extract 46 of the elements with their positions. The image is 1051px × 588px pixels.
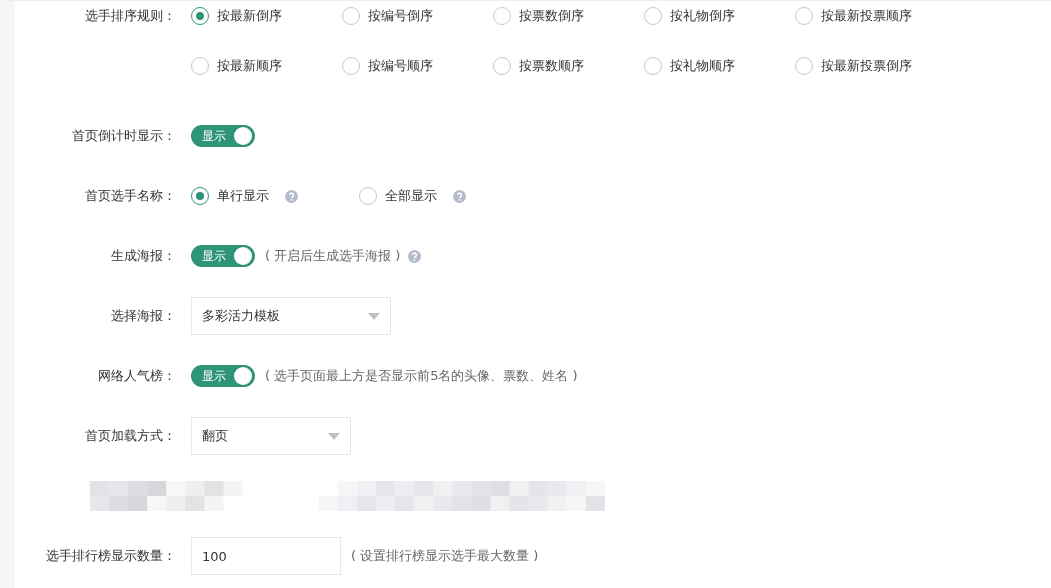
radio-label[interactable]: 按礼物倒序 [670,7,735,25]
hint-text: ( 选手页面最上方是否显示前5名的头像、票数、姓名 ) [265,367,578,385]
radio-button[interactable] [191,7,209,25]
radio-label[interactable]: 按礼物顺序 [670,57,735,75]
radio-button[interactable] [359,187,377,205]
radio-button[interactable] [644,57,662,75]
radio-button[interactable] [191,187,209,205]
hint-text: ( 设置排行榜显示选手最大数量 ) [351,547,539,565]
radio-button[interactable] [342,7,360,25]
dropdown[interactable]: 多彩活力模板 [191,297,391,335]
radio-label[interactable]: 按编号顺序 [368,57,433,75]
radio-button[interactable] [795,7,813,25]
toggle-switch[interactable]: 显示 [191,365,255,387]
radio-label[interactable]: 全部显示 [385,187,437,205]
radio-button[interactable] [493,7,511,25]
field-label: 选手排行榜显示数量： [45,547,177,565]
dropdown[interactable]: 翻页 [191,417,351,455]
help-icon[interactable] [453,189,466,203]
radio-label[interactable]: 按编号倒序 [368,7,433,25]
radio-button[interactable] [795,57,813,75]
radio-label[interactable]: 单行显示 [217,187,269,205]
toggle-switch[interactable]: 显示 [191,245,255,267]
radio-button[interactable] [493,57,511,75]
radio-label[interactable]: 按票数顺序 [519,57,584,75]
field-label: 首页倒计时显示： [71,127,177,145]
radio-label[interactable]: 按票数倒序 [519,7,584,25]
input-field[interactable]: 100 [191,537,341,575]
radio-label[interactable]: 按最新投票顺序 [821,7,912,25]
field-label: 首页选手名称： [84,187,177,205]
radio-button[interactable] [191,57,209,75]
field-label: 生成海报： [110,247,177,265]
field-label: 选手排序规则： [84,7,177,25]
field-label: 选择海报： [110,307,177,325]
hint-text: ( 开启后生成选手海报 ) [265,247,401,265]
field-label: 首页加载方式： [84,427,177,445]
radio-label[interactable]: 按最新倒序 [217,7,282,25]
radio-button[interactable] [342,57,360,75]
toggle-switch[interactable]: 显示 [191,125,255,147]
help-icon[interactable] [408,249,422,263]
radio-label[interactable]: 按最新顺序 [217,57,282,75]
radio-label[interactable]: 按最新投票倒序 [821,57,912,75]
radio-button[interactable] [644,7,662,25]
help-icon[interactable] [285,189,298,203]
caret-icon [368,312,380,320]
field-label: 网络人气榜： [97,367,177,385]
caret-icon [328,432,340,440]
